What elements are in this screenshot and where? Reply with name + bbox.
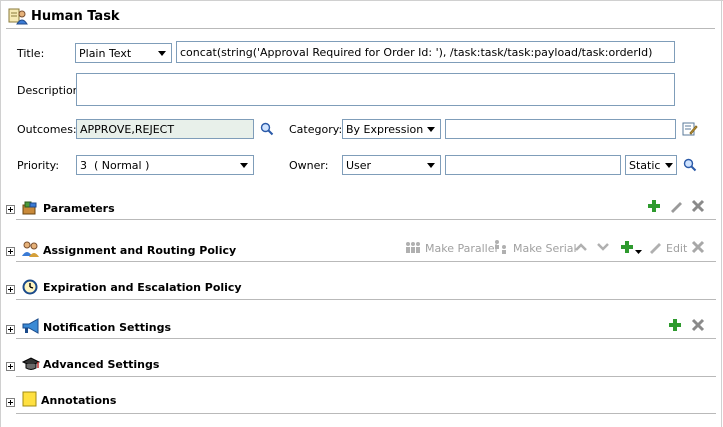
- owner-mode-select[interactable]: Static: [625, 155, 677, 175]
- serial-icon: [493, 239, 509, 255]
- delete-icon[interactable]: [691, 240, 705, 254]
- priority-label: Priority:: [17, 159, 60, 172]
- title-mode-value: Plain Text: [79, 47, 132, 60]
- section-divider: [16, 261, 716, 262]
- search-icon[interactable]: [683, 158, 697, 172]
- parallel-icon: [405, 240, 421, 254]
- add-icon[interactable]: [647, 199, 661, 213]
- parameters-icon: [21, 200, 39, 216]
- section-divider: [16, 299, 716, 300]
- owner-mode-value: Static: [629, 159, 661, 172]
- section-notification-settings[interactable]: Notification Settings: [43, 321, 171, 334]
- priority-select[interactable]: 3 ( Normal ): [76, 155, 254, 175]
- megaphone-icon: [21, 318, 41, 334]
- edit-button[interactable]: Edit: [666, 242, 687, 255]
- chevron-down-icon: [424, 122, 438, 136]
- delete-icon[interactable]: [691, 199, 705, 213]
- human-task-icon: [8, 7, 28, 25]
- assignment-icon: [21, 240, 41, 258]
- section-divider: [16, 338, 716, 339]
- section-advanced-settings[interactable]: Advanced Settings: [43, 358, 159, 371]
- section-divider: [16, 413, 716, 414]
- make-parallel-button[interactable]: Make Parallel: [425, 242, 498, 255]
- expand-assignment-icon[interactable]: [6, 247, 15, 256]
- edit-icon[interactable]: [648, 240, 662, 254]
- search-icon[interactable]: [260, 122, 274, 136]
- clock-icon: [21, 279, 39, 295]
- category-mode-select[interactable]: By Expression: [342, 119, 441, 139]
- expand-advanced-icon[interactable]: [6, 362, 15, 371]
- title-divider: [6, 28, 715, 29]
- description-textarea[interactable]: [76, 73, 675, 106]
- advanced-settings-icon: [21, 356, 41, 372]
- chevron-down-icon: [237, 158, 251, 172]
- section-divider: [16, 376, 716, 377]
- chevron-down-icon[interactable]: [635, 245, 642, 254]
- annotation-icon: [22, 391, 38, 407]
- section-annotations[interactable]: Annotations: [41, 394, 116, 407]
- outcomes-field[interactable]: APPROVE,REJECT: [76, 119, 254, 139]
- frame-right-border: [721, 0, 722, 427]
- category-mode-value: By Expression: [346, 123, 424, 136]
- expand-notification-icon[interactable]: [6, 325, 15, 334]
- section-parameters[interactable]: Parameters: [43, 202, 115, 215]
- edit-icon[interactable]: [669, 199, 683, 213]
- expand-annotations-icon[interactable]: [6, 398, 15, 407]
- outcomes-label: Outcomes:: [17, 123, 77, 136]
- owner-input[interactable]: [445, 155, 621, 175]
- title-mode-select[interactable]: Plain Text: [75, 43, 172, 63]
- chevron-down-icon: [155, 46, 169, 60]
- chevron-down-icon: [662, 158, 676, 172]
- priority-value: 3 ( Normal ): [80, 159, 150, 172]
- frame-top-border: [0, 0, 723, 1]
- page-title: Human Task: [31, 9, 120, 24]
- edit-expression-icon[interactable]: [682, 121, 698, 137]
- section-assignment-routing[interactable]: Assignment and Routing Policy: [43, 244, 236, 257]
- title-expression-input[interactable]: concat(string('Approval Required for Ord…: [176, 41, 675, 63]
- owner-label: Owner:: [289, 159, 329, 172]
- chevron-down-icon: [424, 158, 438, 172]
- section-expiration-escalation[interactable]: Expiration and Escalation Policy: [43, 281, 242, 294]
- add-icon[interactable]: [668, 318, 682, 332]
- expand-parameters-icon[interactable]: [6, 205, 15, 214]
- frame-left-border: [0, 0, 1, 427]
- title-label: Title:: [17, 47, 45, 60]
- delete-icon[interactable]: [691, 318, 705, 332]
- owner-type-select[interactable]: User: [342, 155, 441, 175]
- move-up-icon[interactable]: [575, 242, 587, 252]
- category-label: Category:: [289, 123, 343, 136]
- make-serial-button[interactable]: Make Serial: [513, 242, 577, 255]
- move-down-icon[interactable]: [597, 242, 609, 252]
- add-icon[interactable]: [620, 240, 634, 254]
- owner-type-value: User: [346, 159, 372, 172]
- description-label: Description:: [17, 84, 84, 97]
- category-expression-input[interactable]: [445, 119, 676, 139]
- expand-expiration-icon[interactable]: [6, 285, 15, 294]
- section-divider: [16, 219, 716, 220]
